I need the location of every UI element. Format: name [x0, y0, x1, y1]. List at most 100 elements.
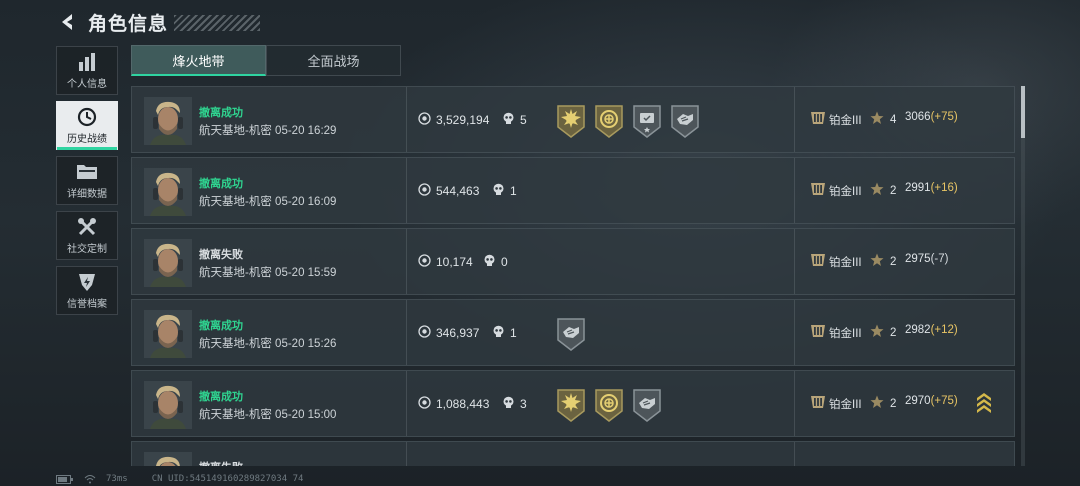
scrollbar-thumb[interactable]	[1021, 86, 1025, 138]
skull-icon	[492, 183, 505, 199]
match-row[interactable]: 撤离成功航天基地-机密 05-20 15:00 1,088,443 3 铂金III 2 2…	[131, 370, 1015, 437]
skull-icon	[502, 396, 515, 412]
map-and-time: 航天基地-机密 05-20 16:29	[199, 122, 336, 138]
map-and-time: 航天基地-机密 05-20 15:59	[199, 264, 336, 280]
rank-up-chevrons-icon	[976, 392, 992, 419]
score-delta: (-7)	[930, 253, 949, 265]
sidebar: 个人信息 历史战绩 详细数据 社交定制 信誉档案	[56, 46, 118, 321]
medal-badges	[556, 105, 700, 138]
loot-value: 1,088,443	[418, 396, 489, 412]
rank-text: 铂金III	[829, 327, 862, 340]
back-button[interactable]	[56, 11, 78, 33]
sun-medal-icon[interactable]	[556, 105, 586, 138]
score-text: 2975	[905, 253, 931, 265]
sidebar-item-personal-info[interactable]: 个人信息	[56, 46, 118, 95]
score-delta: (+75)	[930, 395, 958, 407]
target-medal-icon[interactable]	[594, 389, 624, 422]
wifi-icon	[84, 475, 96, 484]
sidebar-item-social-custom[interactable]: 社交定制	[56, 211, 118, 260]
match-row[interactable]: 撤离成功 航天基地-机密 05-20 15:26 346,937 1 铂金III 2 298…	[131, 299, 1015, 366]
page-header: 角色信息	[56, 8, 261, 36]
match-row[interactable]: 撤离成功 航天基地-机密 05-20 16:29 3,529,194 5 铂金III 4 3…	[131, 86, 1015, 153]
star-icon	[870, 324, 884, 341]
map-name: 航天基地-机密	[199, 409, 272, 421]
rank-score: 2970(+75)	[905, 395, 958, 407]
skull-icon	[492, 325, 505, 341]
rank-score: 3066(+75)	[905, 111, 958, 123]
map-and-time: 航天基地-机密 05-20 16:09	[199, 193, 336, 209]
tab-hazard-zone[interactable]: 烽火地带	[131, 45, 266, 76]
armor-medal-icon[interactable]	[632, 389, 662, 422]
star-count-text: 4	[890, 113, 897, 126]
score-delta: (+16)	[930, 182, 958, 194]
avatar	[144, 97, 192, 145]
divider	[406, 87, 407, 152]
uid-text: CN UID:545149160289827034 74	[151, 474, 304, 484]
kill-count-text: 3	[520, 397, 527, 411]
back-arrow-icon	[62, 14, 72, 30]
rank-text: 铂金III	[829, 398, 862, 411]
medal-badges	[556, 318, 586, 351]
extraction-status: 撤离失败	[199, 249, 243, 261]
match-history-list[interactable]: 撤离成功 航天基地-机密 05-20 16:29 3,529,194 5 铂金III 4 3…	[131, 86, 1015, 466]
sidebar-item-label: 社交定制	[67, 243, 107, 255]
star-icon	[870, 182, 884, 199]
armor-medal-icon[interactable]	[556, 318, 586, 351]
match-row[interactable]: 撤离成功 航天基地-机密 05-20 16:09 544,463 1 铂金III 2 299…	[131, 157, 1015, 224]
rank-icon	[810, 253, 826, 270]
score-delta: (+12)	[930, 324, 958, 336]
camera-medal-icon[interactable]	[632, 105, 662, 138]
match-row[interactable]: 撤离失败 航天基地-机密 05-20 15:59 10,174 0 铂金III 2 2975…	[131, 228, 1015, 295]
target-medal-icon[interactable]	[594, 105, 624, 138]
scrollbar[interactable]	[1021, 86, 1025, 466]
tab-all-out-warfare[interactable]: 全面战场	[266, 45, 401, 76]
match-time: 05-20 15:26	[275, 338, 337, 350]
skull-icon	[483, 254, 496, 270]
extraction-status: 撤离成功	[199, 391, 243, 403]
divider	[794, 371, 795, 436]
coin-icon	[418, 254, 431, 270]
star-icon	[870, 395, 884, 412]
star-count-text: 2	[890, 184, 897, 197]
rank-icon	[810, 182, 826, 199]
loot-value-text: 3,529,194	[436, 113, 490, 127]
folder-icon	[76, 162, 98, 182]
rank-score: 2982(+12)	[905, 324, 958, 336]
score-text: 3066	[905, 111, 931, 123]
tools-icon	[76, 217, 98, 237]
sidebar-item-match-history[interactable]: 历史战绩	[56, 101, 118, 150]
sidebar-item-credit-archive[interactable]: 信誉档案	[56, 266, 118, 315]
star-count-text: 2	[890, 255, 897, 268]
sidebar-item-label: 详细数据	[67, 188, 107, 200]
sidebar-item-label: 个人信息	[67, 78, 107, 90]
sidebar-item-detailed-data[interactable]: 详细数据	[56, 156, 118, 205]
page-title: 角色信息	[88, 13, 169, 35]
coin-icon	[418, 325, 431, 341]
avatar	[144, 452, 192, 466]
extraction-status: 撤离成功	[199, 178, 243, 190]
match-time: 05-20 16:29	[275, 125, 337, 137]
map-name: 航天基地-机密	[199, 338, 272, 350]
match-time: 05-20 15:59	[275, 267, 337, 279]
coin-icon	[418, 183, 431, 199]
loot-value-text: 10,174	[436, 255, 473, 269]
divider	[794, 229, 795, 294]
skull-icon	[502, 112, 515, 128]
map-and-time: 航天基地-机密 05-20 15:00	[199, 406, 336, 422]
match-time: 05-20 16:09	[275, 196, 337, 208]
armor-medal-icon[interactable]	[670, 105, 700, 138]
rank-icon	[810, 395, 826, 412]
rank-text: 铂金III	[829, 185, 862, 198]
sun-medal-icon[interactable]	[556, 389, 586, 422]
score-text: 2982	[905, 324, 931, 336]
match-row[interactable]: 撤离失败	[131, 441, 1015, 466]
divider	[794, 87, 795, 152]
rank-score: 2991(+16)	[905, 182, 958, 194]
kill-count-text: 1	[510, 184, 517, 198]
score-text: 2991	[905, 182, 931, 194]
title-decoration	[174, 15, 261, 31]
map-and-time: 航天基地-机密 05-20 15:26	[199, 335, 336, 351]
kill-count: 1	[492, 183, 517, 199]
star-count-text: 2	[890, 397, 897, 410]
clock-icon	[76, 107, 98, 127]
